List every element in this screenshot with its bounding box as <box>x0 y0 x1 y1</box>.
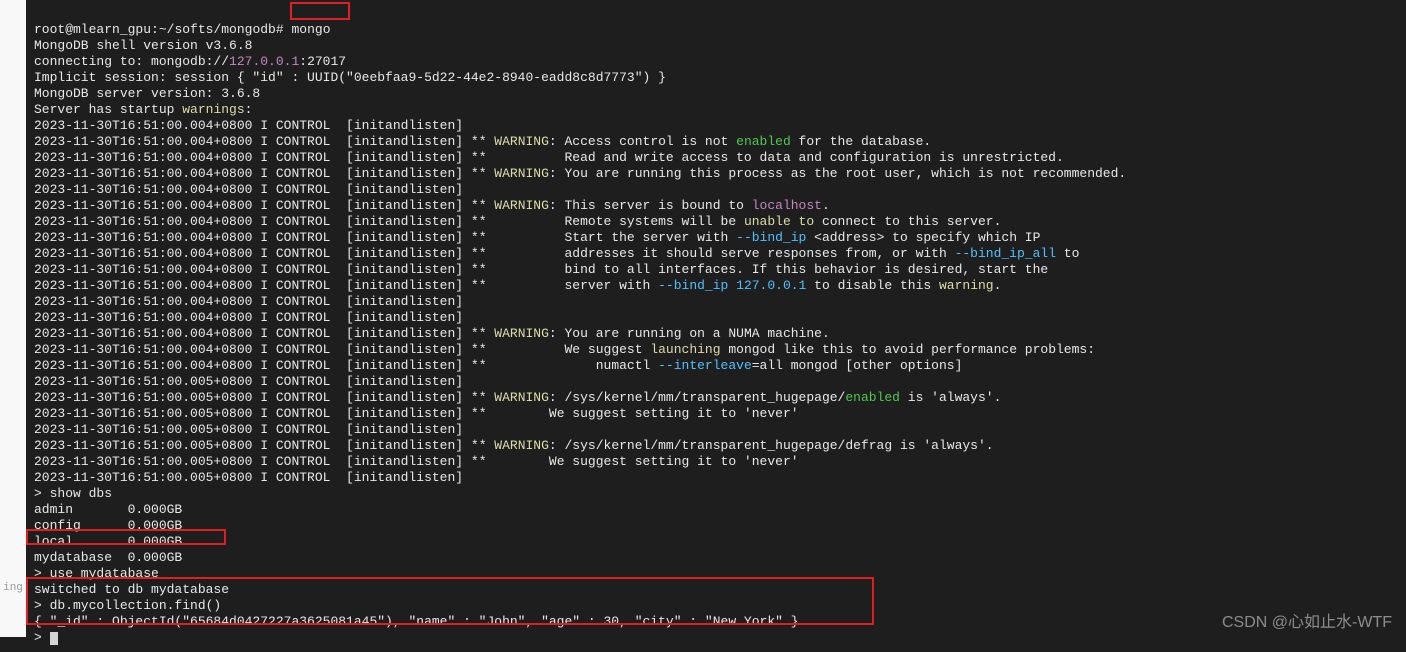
connecting-line: connecting to: mongodb:// <box>34 54 229 69</box>
session-line: Implicit session: session { "id" : UUID(… <box>34 70 666 85</box>
editor-gutter: ing <box>0 0 26 637</box>
cursor-icon <box>50 632 58 645</box>
warnings-header: Server has startup <box>34 102 182 117</box>
db-row-mydatabase: mydatabase 0.000GB <box>34 550 182 565</box>
cmd-find: > db.mycollection.find() <box>34 598 221 613</box>
switched-line: switched to db mydatabase <box>34 582 229 597</box>
watermark: CSDN @心如止水-WTF <box>1222 615 1392 631</box>
db-row: admin 0.000GB <box>34 502 182 517</box>
shell-prompt-cursor[interactable]: > <box>34 630 50 645</box>
terminal-output[interactable]: root@mlearn_gpu:~/softs/mongodb# mongo M… <box>26 0 1406 652</box>
cmd-show-dbs: > show dbs <box>34 486 112 501</box>
server-version-line: MongoDB server version: 3.6.8 <box>34 86 260 101</box>
db-row: local 0.000GB <box>34 534 182 549</box>
log-line: 2023-11-30T16:51:00.004+0800 I CONTROL [… <box>34 118 463 133</box>
connect-host: 127.0.0.1 <box>229 54 299 69</box>
shell-version-line: MongoDB shell version v3.6.8 <box>34 38 252 53</box>
cmd-use: > use mydatabase <box>34 566 159 581</box>
command-mongo: mongo <box>291 22 330 37</box>
find-result: { "_id" : ObjectId("65684d0427227a362508… <box>34 614 799 629</box>
db-row: config 0.000GB <box>34 518 182 533</box>
shell-prompt: root@mlearn_gpu:~/softs/mongodb# <box>34 22 291 37</box>
